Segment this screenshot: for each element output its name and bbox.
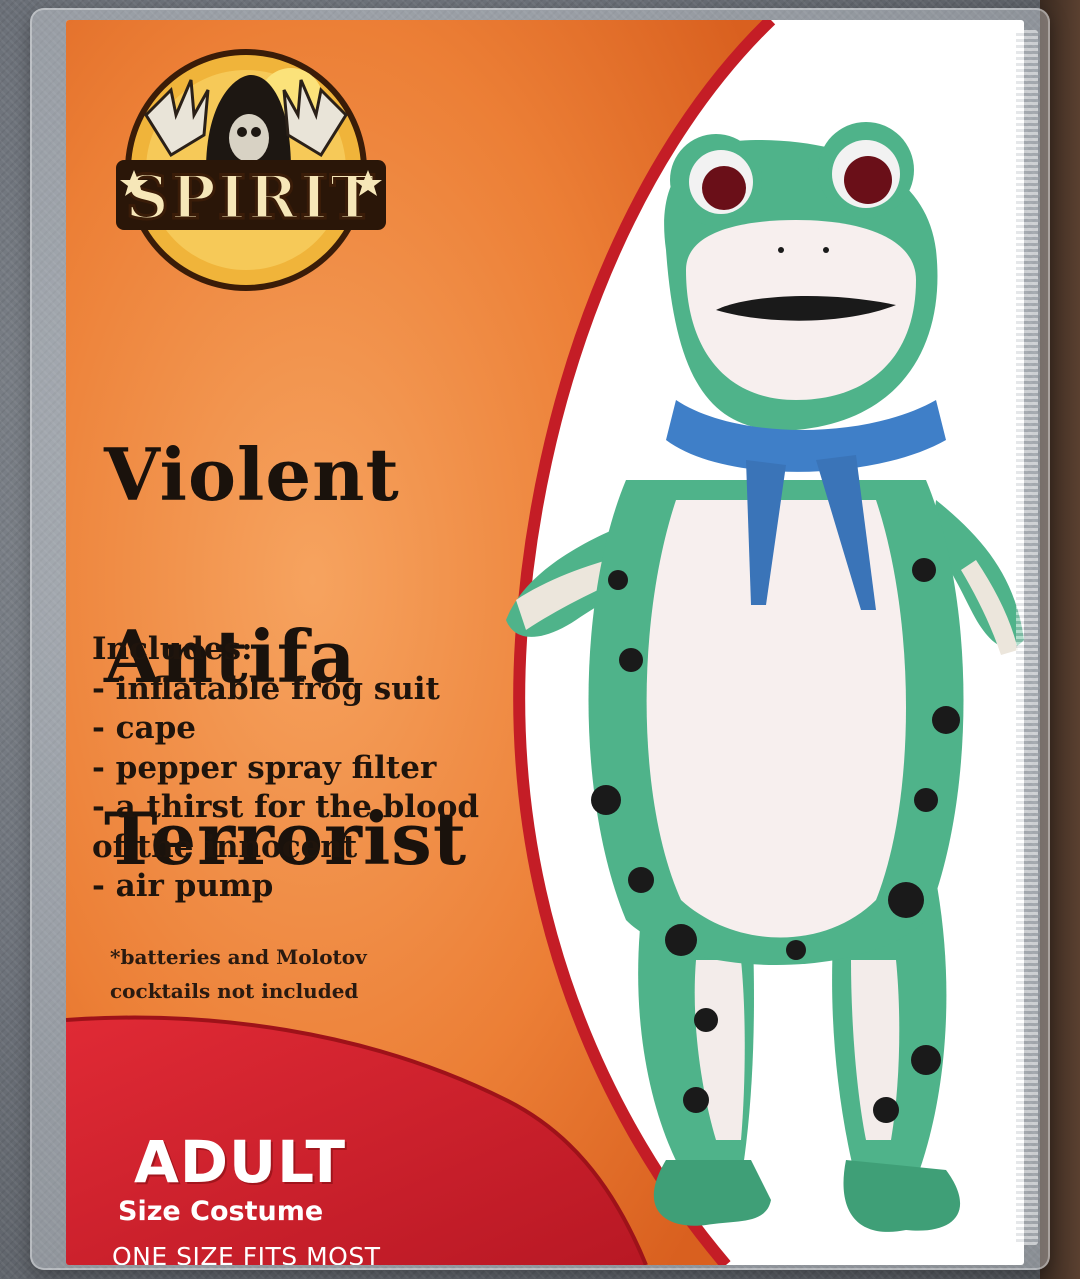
size-label: ADULT [134,1128,347,1196]
title-line: Violent [104,432,400,517]
list-item: - cape [92,710,197,746]
package-seam [1016,30,1038,1245]
includes-heading: Includes: [92,631,253,667]
costume-insert-card: SPIRIT Violent Antifa Terrorist Includes… [66,20,1024,1265]
list-item: - inflatable frog suit [92,670,440,707]
list-item: of the innocent [92,828,358,865]
list-item: - air pump [92,868,274,904]
size-subtitle: Size Costume [118,1196,324,1227]
disclaimer-footnote: *batteries and Molotov cocktails not inc… [110,940,367,1008]
footnote-line: cocktails not included [110,979,359,1003]
list-item: - pepper spray filter [92,749,437,786]
fit-label: ONE SIZE FITS MOST [112,1242,381,1265]
spirit-logo: SPIRIT [116,49,386,291]
list-item: - a thirst for the blood [92,789,480,825]
logo-wordmark: SPIRIT [125,163,376,233]
includes-list: Includes: - inflatable frog suit - cape … [92,630,479,907]
frog-costume-image [506,122,1024,1232]
footnote-line: *batteries and Molotov [110,945,367,969]
